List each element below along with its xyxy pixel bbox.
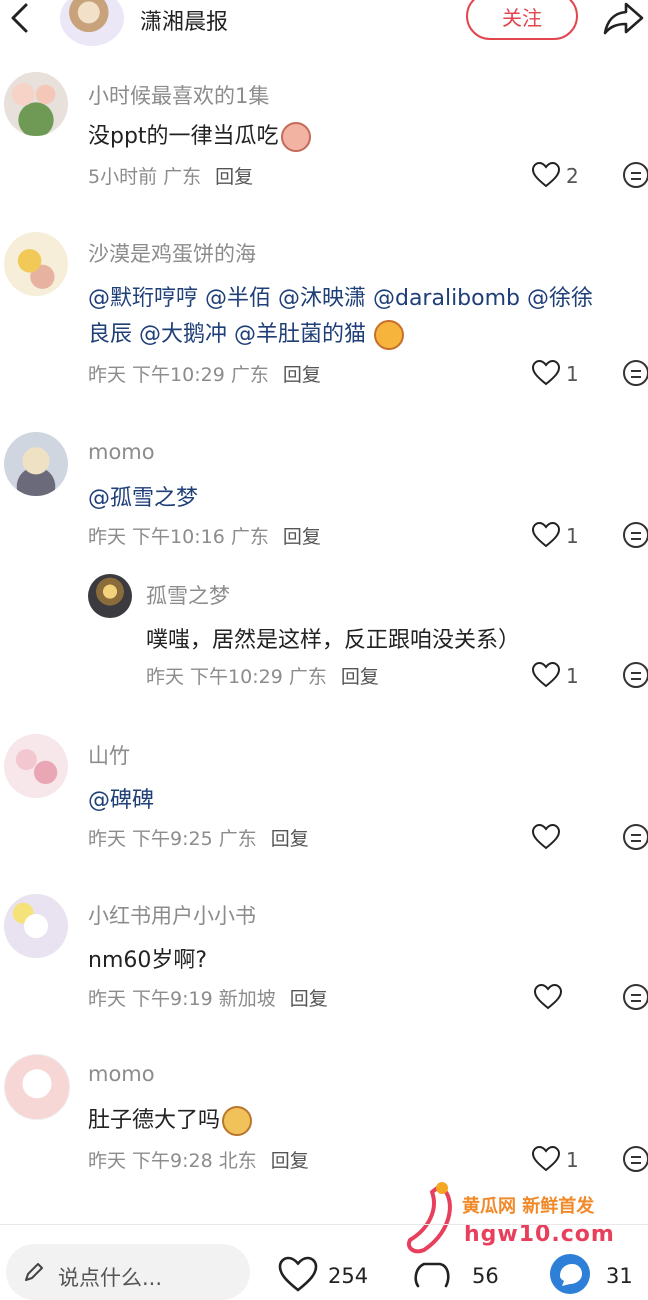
avatar[interactable] xyxy=(88,574,132,618)
author-avatar[interactable] xyxy=(60,0,124,46)
watermark-logo xyxy=(407,1182,452,1254)
reply-button[interactable]: 回复 xyxy=(283,526,321,548)
comment-author[interactable]: 小红书用户小小书 xyxy=(88,900,256,930)
reply-text: 噗嗤，居然是这样，反正跟咱没关系） xyxy=(146,628,521,653)
emoji-reaction-icon[interactable] xyxy=(622,521,648,549)
emoji-reaction-icon[interactable] xyxy=(622,983,648,1011)
comment-text-line[interactable]: @默珩哼哼 @半佰 @沐映潇 @daralibomb @徐徐 xyxy=(88,280,593,312)
emoji-reaction-icon[interactable] xyxy=(622,661,648,689)
reply-meta: 昨天 下午10:29 广东 回复 xyxy=(146,666,379,688)
like-count: 1 xyxy=(566,1148,579,1172)
comment-author[interactable]: 小时候最喜欢的1集 xyxy=(88,80,269,110)
comment-author[interactable]: momo xyxy=(88,440,155,464)
likes-count: 254 xyxy=(328,1264,369,1288)
follow-button[interactable]: 关注 xyxy=(466,0,578,40)
reply-button[interactable]: 回复 xyxy=(283,364,321,386)
avatar[interactable] xyxy=(4,1054,70,1120)
emoji-reaction-icon[interactable] xyxy=(622,823,648,851)
comment-text: 肚子德大了吗 xyxy=(88,1102,253,1136)
like-icon[interactable] xyxy=(278,1256,318,1292)
like-count: 1 xyxy=(566,524,579,548)
comment-author[interactable]: 山竹 xyxy=(88,740,130,770)
watermark: 黄瓜网 新鲜首发 hgw10.com xyxy=(402,1178,648,1258)
like-count: 1 xyxy=(566,664,579,688)
pencil-icon xyxy=(25,1263,43,1281)
emoji-reaction-icon[interactable] xyxy=(622,359,648,387)
share-icon[interactable] xyxy=(602,0,646,36)
heart-icon[interactable] xyxy=(532,360,560,386)
reply-button[interactable]: 回复 xyxy=(271,1150,309,1172)
avatar[interactable] xyxy=(4,72,68,136)
bottom-divider xyxy=(0,1224,648,1225)
like-count: 1 xyxy=(566,362,579,386)
peach-emoji-icon xyxy=(280,122,311,152)
laughing-emoji-icon xyxy=(222,1106,253,1136)
comment-text: nm60岁啊? xyxy=(88,948,208,973)
heart-icon[interactable] xyxy=(534,984,562,1010)
avatar[interactable] xyxy=(4,894,68,958)
comment-text: 没ppt的一律当瓜吃 xyxy=(88,118,311,152)
reply-author[interactable]: 孤雪之梦 xyxy=(146,580,230,610)
watermark-line1: 黄瓜网 新鲜首发 xyxy=(462,1196,595,1217)
comment-meta: 5小时前 广东 回复 xyxy=(88,166,254,188)
avatar[interactable] xyxy=(4,232,68,296)
heart-icon[interactable] xyxy=(532,824,560,850)
watermark-line2: hgw10.com xyxy=(464,1222,615,1247)
emoji-reaction-icon[interactable] xyxy=(622,161,648,189)
comment-count: 31 xyxy=(606,1264,633,1288)
author-name[interactable]: 潇湘晨报 xyxy=(140,4,228,36)
avatar[interactable] xyxy=(4,734,68,798)
reply-button[interactable]: 回复 xyxy=(290,988,328,1010)
collect-count: 56 xyxy=(472,1264,499,1288)
grinning-emoji-icon xyxy=(374,320,404,350)
comment-text[interactable]: @孤雪之梦 xyxy=(88,480,198,512)
comment-meta: 昨天 下午9:19 新加坡 回复 xyxy=(88,988,328,1010)
heart-icon[interactable] xyxy=(532,662,560,688)
comment-author[interactable]: momo xyxy=(88,1062,155,1086)
reply-button[interactable]: 回复 xyxy=(215,166,253,188)
comment-meta: 昨天 下午10:16 广东 回复 xyxy=(88,526,321,548)
heart-icon[interactable] xyxy=(532,522,560,548)
like-count: 2 xyxy=(566,164,579,188)
reply-button[interactable]: 回复 xyxy=(271,828,309,850)
comment-meta: 昨天 下午9:25 广东 回复 xyxy=(88,828,309,850)
heart-icon[interactable] xyxy=(532,1146,560,1172)
comment-input-placeholder: 说点什么... xyxy=(58,1266,163,1290)
comment-author[interactable]: 沙漠是鸡蛋饼的海 xyxy=(88,238,256,268)
comment-text-line: 良辰 @大鹅冲 @羊肚菌的猫 xyxy=(88,316,404,350)
comment-text[interactable]: @碑碑 xyxy=(88,782,154,814)
avatar[interactable] xyxy=(4,432,68,496)
comment-meta: 昨天 下午9:28 北东 回复 xyxy=(88,1150,309,1172)
comment-bubble-icon[interactable] xyxy=(548,1252,592,1296)
back-arrow-icon[interactable] xyxy=(6,2,34,34)
collect-icon[interactable] xyxy=(412,1256,452,1292)
comment-meta: 昨天 下午10:29 广东 回复 xyxy=(88,364,321,386)
emoji-reaction-icon[interactable] xyxy=(622,1145,648,1173)
heart-icon[interactable] xyxy=(532,162,560,188)
reply-button[interactable]: 回复 xyxy=(341,666,379,688)
